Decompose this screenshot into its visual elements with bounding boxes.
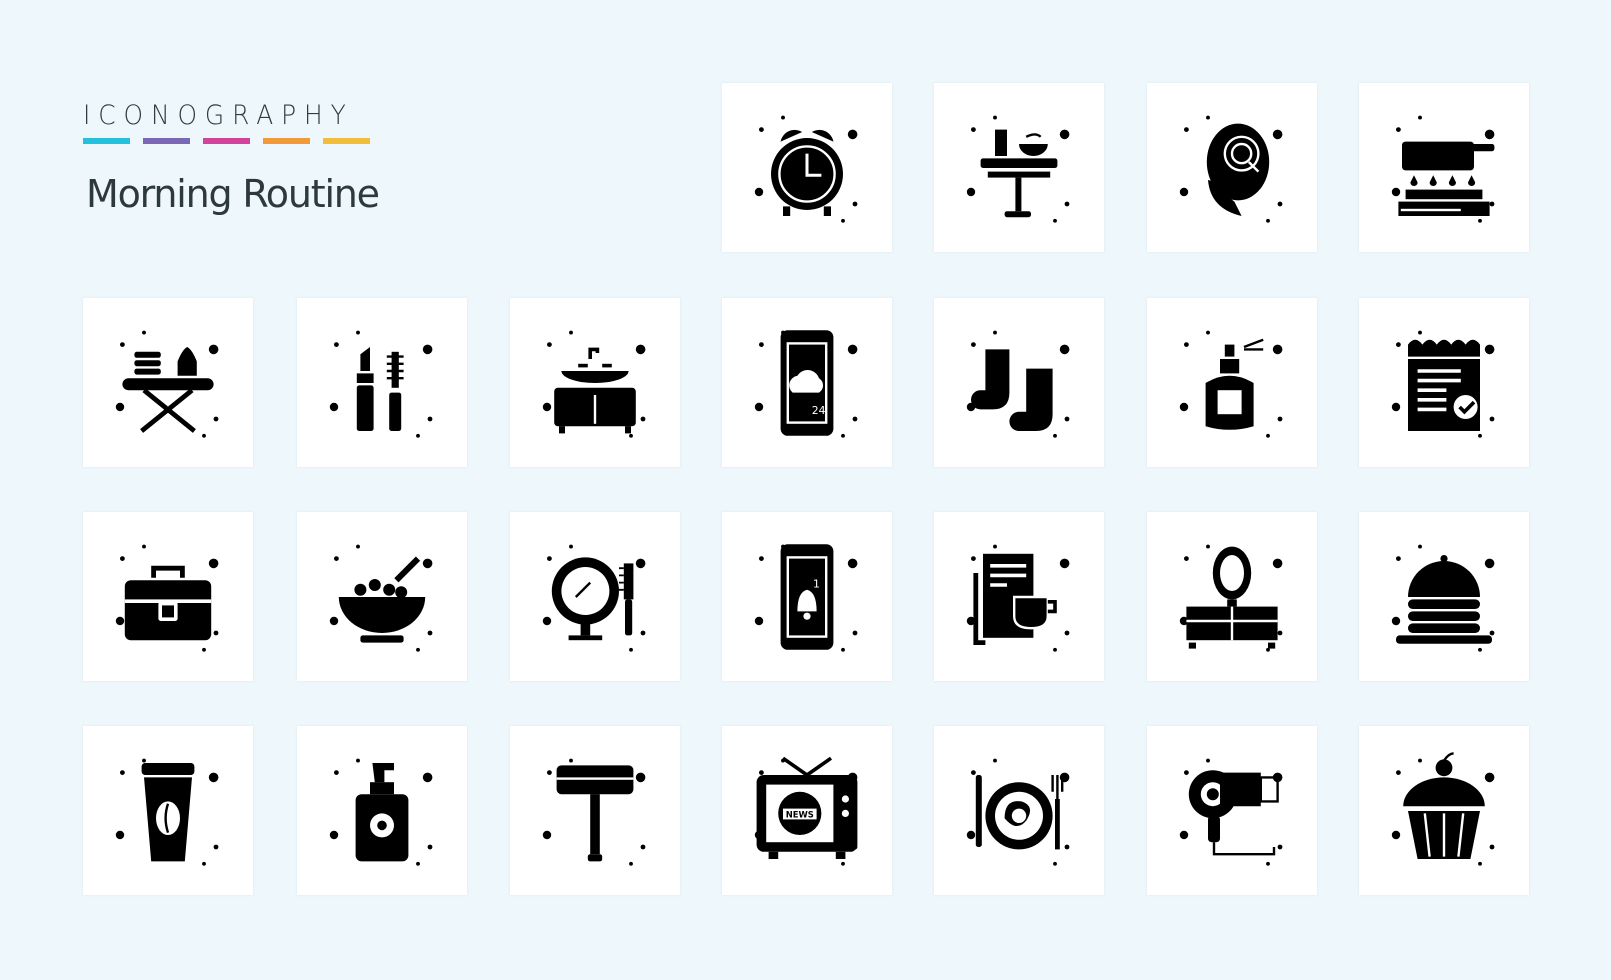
icon-tile [1359,298,1529,467]
icon-tile [297,512,467,681]
icon-tile [83,726,253,895]
mirror-comb-icon [542,544,646,652]
color-bar [323,138,370,144]
ironing-board-icon [115,330,219,438]
icon-tile: NEWS [722,726,892,895]
breakfast-table-icon [966,115,1070,223]
briefcase-icon [115,544,219,652]
icon-tile [1359,83,1529,252]
svg-text:NEWS: NEWS [786,810,814,820]
news-tv-icon: NEWS [754,756,858,866]
icon-tile [297,298,467,467]
alarm-clock-icon [754,115,858,223]
icon-tile [1147,726,1317,895]
brand-color-bars [83,138,370,144]
phone-notification-icon: 1 [754,544,858,652]
icon-tile [510,298,680,467]
pan-stove-icon [1391,115,1495,223]
icon-tile [510,512,680,681]
icon-tile [1359,726,1529,895]
weather-phone-icon: 24 [754,330,858,438]
icon-tile [510,726,680,895]
cupcake-icon [1391,752,1495,866]
icon-tile: 1 [722,512,892,681]
brand-label: ICONOGRAPHY [83,100,354,131]
page-title: Morning Routine [86,172,380,216]
newspaper-coffee-icon [966,544,1070,652]
breakfast-plate-icon [966,758,1070,866]
icon-tile [722,83,892,252]
coffee-croissant-icon [1179,115,1283,223]
checklist-notepad-icon [1391,330,1495,438]
icon-tile [297,726,467,895]
icon-tile: 24 [722,298,892,467]
coffee-cup-icon [115,758,219,866]
pancakes-icon [1391,544,1495,652]
icon-tile [934,726,1104,895]
cereal-bowl-icon [329,544,433,652]
color-bar [83,138,130,144]
icon-tile [934,512,1104,681]
icon-tile [934,83,1104,252]
icon-tile [83,512,253,681]
bathroom-sink-icon [542,330,646,438]
color-bar [143,138,190,144]
icon-tile [1147,298,1317,467]
icon-tile [83,298,253,467]
icon-tile [1359,512,1529,681]
svg-text:24: 24 [812,404,826,417]
lipstick-mascara-icon [329,330,433,438]
hair-dryer-icon [1179,758,1283,866]
svg-text:1: 1 [813,577,820,590]
color-bar [203,138,250,144]
icon-tile [1147,512,1317,681]
perfume-icon [1179,330,1283,438]
razor-icon [542,758,646,866]
socks-icon [966,330,1070,438]
icon-tile [934,298,1104,467]
color-bar [263,138,310,144]
lotion-bottle-icon [329,758,433,866]
dressing-table-icon [1179,544,1283,652]
icon-tile [1147,83,1317,252]
